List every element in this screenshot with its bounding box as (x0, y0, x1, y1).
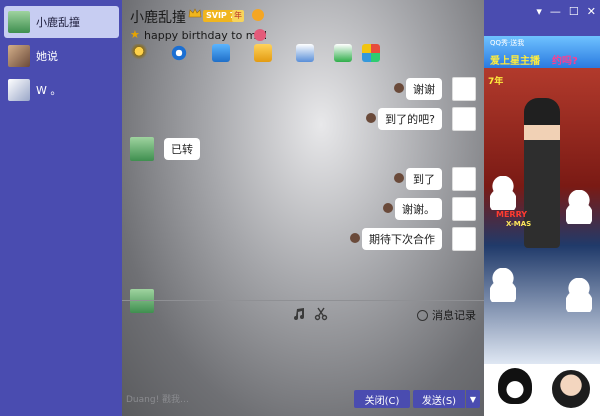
message-bubble: 到了的吧? (378, 108, 442, 130)
message-right: 到了 (394, 166, 476, 192)
ad-tagline: QQ秀·送我 (490, 39, 525, 47)
send-button[interactable]: 发送(S) (413, 390, 465, 408)
star-icon: ★ (130, 28, 140, 41)
scissors-icon[interactable] (314, 307, 328, 321)
snowman-decoration (566, 190, 592, 224)
qq-penguin-icon[interactable] (498, 368, 532, 404)
create-group-icon[interactable] (334, 44, 352, 62)
contact-name: 小鹿乱撞 (36, 16, 80, 29)
snowman-decoration (490, 176, 516, 210)
screen-share-icon[interactable] (212, 44, 230, 62)
ad-year-badge: 7年 (488, 77, 504, 87)
messages-area: 谢谢 到了的吧? 已转 到了 谢谢。 期待下次合作 (122, 68, 484, 313)
chat-divider (122, 300, 484, 301)
apps-icon[interactable] (362, 44, 380, 62)
message-input[interactable] (122, 330, 484, 388)
my-avatar[interactable] (452, 77, 476, 101)
my-avatar[interactable] (452, 107, 476, 131)
input-hint: Duang! 戳我… (126, 395, 190, 405)
year-badge: 年 (232, 10, 244, 22)
message-left: 已转 (130, 136, 200, 162)
my-avatar[interactable] (452, 197, 476, 221)
music-icon[interactable] (292, 307, 306, 321)
close-button[interactable]: 关闭(C) (354, 390, 410, 408)
message-right: 谢谢。 (383, 196, 476, 222)
contact-name: 她说 (36, 50, 58, 63)
message-bubble: 谢谢。 (395, 198, 442, 220)
profile-avatar[interactable] (550, 368, 592, 410)
sender-mini-avatar (394, 83, 404, 93)
merry-text: MERRY (496, 210, 528, 219)
dropdown-icon[interactable]: ▾ (536, 5, 542, 18)
qq-show-scene[interactable]: 7年 MERRY X-MAS (484, 68, 600, 364)
message-history-label: 消息记录 (432, 309, 476, 322)
contact-avatar[interactable] (130, 137, 154, 161)
window-controls: ▾ — ☐ ✕ (536, 5, 596, 18)
message-right: 期待下次合作 (350, 226, 476, 252)
file-transfer-icon[interactable] (254, 44, 272, 62)
ad-slogan-2: 约吗? (552, 56, 578, 67)
ad-banner[interactable]: QQ秀·送我 爱上星主播 约吗? (484, 36, 600, 68)
contact-list: 小鹿乱撞 她说 W 。 (0, 0, 122, 416)
status-text: happy birthday to me! (144, 29, 268, 42)
close-window-icon[interactable]: ✕ (587, 5, 596, 18)
maximize-icon[interactable]: ☐ (569, 5, 579, 18)
message-history-button[interactable]: 消息记录 (417, 307, 476, 323)
my-avatar[interactable] (452, 167, 476, 191)
video-call-icon[interactable] (170, 44, 188, 62)
contact-item-xiaolu[interactable]: 小鹿乱撞 (4, 6, 119, 38)
contact-item-w[interactable]: W 。 (4, 74, 119, 106)
crown-icon (188, 7, 202, 21)
contact-avatar (8, 11, 30, 33)
contact-avatar (8, 79, 30, 101)
message-bubble: 到了 (406, 168, 442, 190)
contact-name: W 。 (36, 84, 62, 97)
sender-mini-avatar (366, 113, 377, 123)
sender-mini-avatar (394, 173, 404, 183)
emoji-badge-icon (252, 9, 264, 21)
my-avatar[interactable] (452, 227, 476, 251)
chat-panel: 小鹿乱撞 SVIP 7 年 ★ happy birthday to me! 谢谢… (122, 0, 484, 416)
contact-avatar (8, 45, 30, 67)
message-bubble: 已转 (164, 138, 200, 160)
remote-assist-icon[interactable] (296, 44, 314, 62)
ad-panel: ▾ — ☐ ✕ QQ秀·送我 爱上星主播 约吗? 7年 MERRY X-MAS (484, 0, 600, 416)
message-bubble: 谢谢 (406, 78, 442, 100)
sender-mini-avatar (350, 233, 360, 243)
ad-slogan: 爱上星主播 (490, 56, 540, 67)
message-right: 谢谢 (394, 76, 476, 102)
voice-call-icon[interactable] (130, 44, 148, 62)
message-right: 到了的吧? (366, 106, 476, 132)
emoji-icon (254, 29, 266, 41)
send-options-dropdown[interactable]: ▼ (466, 390, 480, 408)
snowman-decoration (490, 268, 516, 302)
snowman-decoration (566, 278, 592, 312)
message-bubble: 期待下次合作 (362, 228, 442, 250)
clock-icon (417, 309, 428, 321)
chat-title[interactable]: 小鹿乱撞 (130, 7, 186, 27)
contact-item-tashuo[interactable]: 她说 (4, 40, 119, 72)
sender-mini-avatar (383, 203, 393, 213)
minimize-icon[interactable]: — (550, 5, 561, 18)
xmas-text: X-MAS (506, 220, 532, 228)
